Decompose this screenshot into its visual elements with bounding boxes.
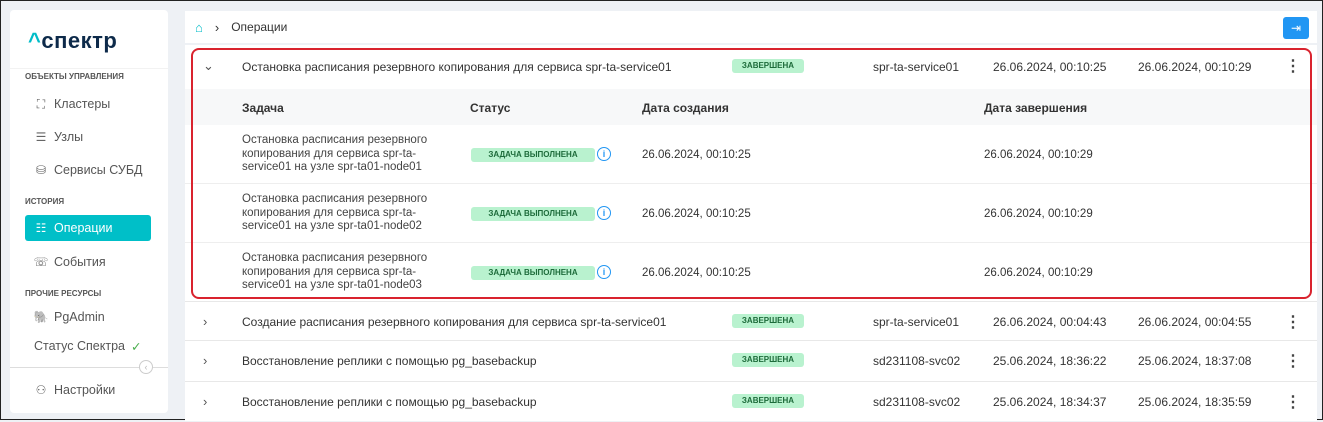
created: 25.06.2024, 18:36:22 [993,354,1107,368]
label: Настройки [54,383,116,397]
finished: 26.06.2024, 00:10:29 [984,149,1093,161]
chevron-down-icon[interactable]: ⌄ [203,58,214,74]
operation-name: Восстановление реплики с помощью pg_base… [242,395,537,409]
sidebar-item-clusters[interactable]: ⛶ Кластеры [25,91,151,117]
operation-name: Восстановление реплики с помощью pg_base… [242,354,537,368]
divider [10,68,168,69]
service: spr-ta-service01 [873,315,960,329]
sidebar-item-events[interactable]: ☏ События [25,249,151,275]
section-history: ИСТОРИЯ [25,197,65,206]
info-icon[interactable]: i [597,206,611,220]
logout-button[interactable]: ⇥ [1283,17,1309,39]
subtable-row: Остановка расписания резервного копирова… [185,184,1317,243]
more-icon[interactable]: ⋮ [1285,312,1301,332]
finished: 26.06.2024, 00:10:29 [984,208,1093,220]
cluster-icon: ⛶ [36,96,46,111]
sidebar-item-operations[interactable]: ☷ Операции [25,215,151,241]
status-badge: ЗАВЕРШЕНА [732,394,804,408]
operation-name: Создание расписания резервного копирован… [242,315,667,329]
created: 26.06.2024, 00:10:25 [993,60,1107,74]
status-badge: ЗАВЕРШЕНА [732,353,804,367]
task-name: Остановка расписания резервного копирова… [242,252,428,291]
finished: 26.06.2024, 00:04:55 [1138,315,1252,329]
home-icon[interactable]: ⌂ [195,20,203,35]
header-created: Дата создания [642,101,729,115]
finished: 26.06.2024, 00:10:29 [984,267,1093,279]
label: Сервисы СУБД [54,163,143,177]
header-task: Задача [242,101,284,115]
info-icon[interactable]: i [597,147,611,161]
chevron-right-icon[interactable]: › [203,314,207,329]
chevron-right-icon: › [214,19,220,35]
label: Узлы [54,130,84,144]
elephant-icon: 🐘 [33,310,49,324]
alarm-icon: ☏ [33,255,49,269]
operation-name: Остановка расписания резервного копирова… [242,60,672,74]
logo-text: спектр [41,28,118,53]
task-status-badge: ЗАДАЧА ВЫПОЛНЕНА [471,266,595,280]
status-badge: ЗАВЕРШЕНА [732,314,804,328]
chevron-right-icon[interactable]: › [203,353,207,368]
more-icon[interactable]: ⋮ [1285,56,1301,76]
server-icon: ☰ [35,130,47,144]
service: spr-ta-service01 [873,60,960,74]
section-other: ПРОЧИЕ РЕСУРСЫ [25,289,102,298]
finished: 25.06.2024, 18:35:59 [1138,395,1252,409]
created: 26.06.2024, 00:04:43 [993,315,1107,329]
info-icon[interactable]: i [597,265,611,279]
section-objects: ОБЪЕКТЫ УПРАВЛЕНИЯ [25,72,124,81]
sidebar-item-pgadmin[interactable]: 🐘 PgAdmin [25,304,151,330]
created: 25.06.2024, 18:34:37 [993,395,1107,409]
label: Статус Спектра [34,339,125,353]
finished: 26.06.2024, 00:10:29 [1138,60,1252,74]
chevron-right-icon[interactable]: › [203,394,207,409]
task-status-badge: ЗАДАЧА ВЫПОЛНЕНА [471,148,595,162]
created: 26.06.2024, 00:10:25 [642,208,751,220]
sidebar-item-settings[interactable]: ⚇ Настройки [25,377,151,403]
subtable-row: Остановка расписания резервного копирова… [185,243,1317,302]
logo[interactable]: ^спектр [28,28,117,54]
task-name: Остановка расписания резервного копирова… [242,134,428,173]
label: Операции [54,221,113,235]
service: sd231108-svc02 [873,395,961,409]
service: sd231108-svc02 [873,354,961,368]
more-icon[interactable]: ⋮ [1285,392,1301,412]
check-icon: ✓ [130,339,142,354]
breadcrumb-current: Операции [231,20,288,34]
subtable-header: Задача Статус Дата создания Дата заверше… [185,89,1317,125]
label: PgAdmin [54,310,105,324]
collapse-sidebar-button[interactable]: ‹ [139,360,153,374]
breadcrumb: ⌂ › Операции ⇥ [185,11,1317,43]
header-finished: Дата завершения [984,101,1088,115]
label: Кластеры [54,97,111,111]
created: 26.06.2024, 00:10:25 [642,149,751,161]
sidebar: ^спектр ОБЪЕКТЫ УПРАВЛЕНИЯ ⛶ Кластеры ☰ Уз… [10,10,168,413]
header-status: Статус [470,101,511,115]
task-name: Остановка расписания резервного копирова… [242,193,428,232]
table-row-expanded[interactable]: ⌄ Остановка расписания резервного копиро… [185,47,1317,297]
table-row[interactable]: › Создание расписания резервного копиров… [185,301,1317,341]
label: События [54,255,106,269]
user-icon: ⚇ [35,383,47,397]
subtable-row: Остановка расписания резервного копирова… [185,125,1317,184]
finished: 25.06.2024, 18:37:08 [1138,354,1252,368]
sidebar-item-services[interactable]: ⛁ Сервисы СУБД [25,157,151,183]
task-status-badge: ЗАДАЧА ВЫПОЛНЕНА [471,207,595,221]
created: 26.06.2024, 00:10:25 [642,267,751,279]
more-icon[interactable]: ⋮ [1285,351,1301,371]
sidebar-item-nodes[interactable]: ☰ Узлы [25,124,151,150]
operations-icon: ☷ [35,221,47,235]
sidebar-item-status[interactable]: Статус Спектра ✓ [25,333,151,359]
table-row[interactable]: › Восстановление реплики с помощью pg_ba… [185,341,1317,382]
database-icon: ⛁ [35,163,47,177]
operations-table: ⌄ Остановка расписания резервного копиро… [185,45,1317,421]
status-badge: ЗАВЕРШЕНА [732,59,804,73]
table-row[interactable]: › Восстановление реплики с помощью pg_ba… [185,382,1317,422]
